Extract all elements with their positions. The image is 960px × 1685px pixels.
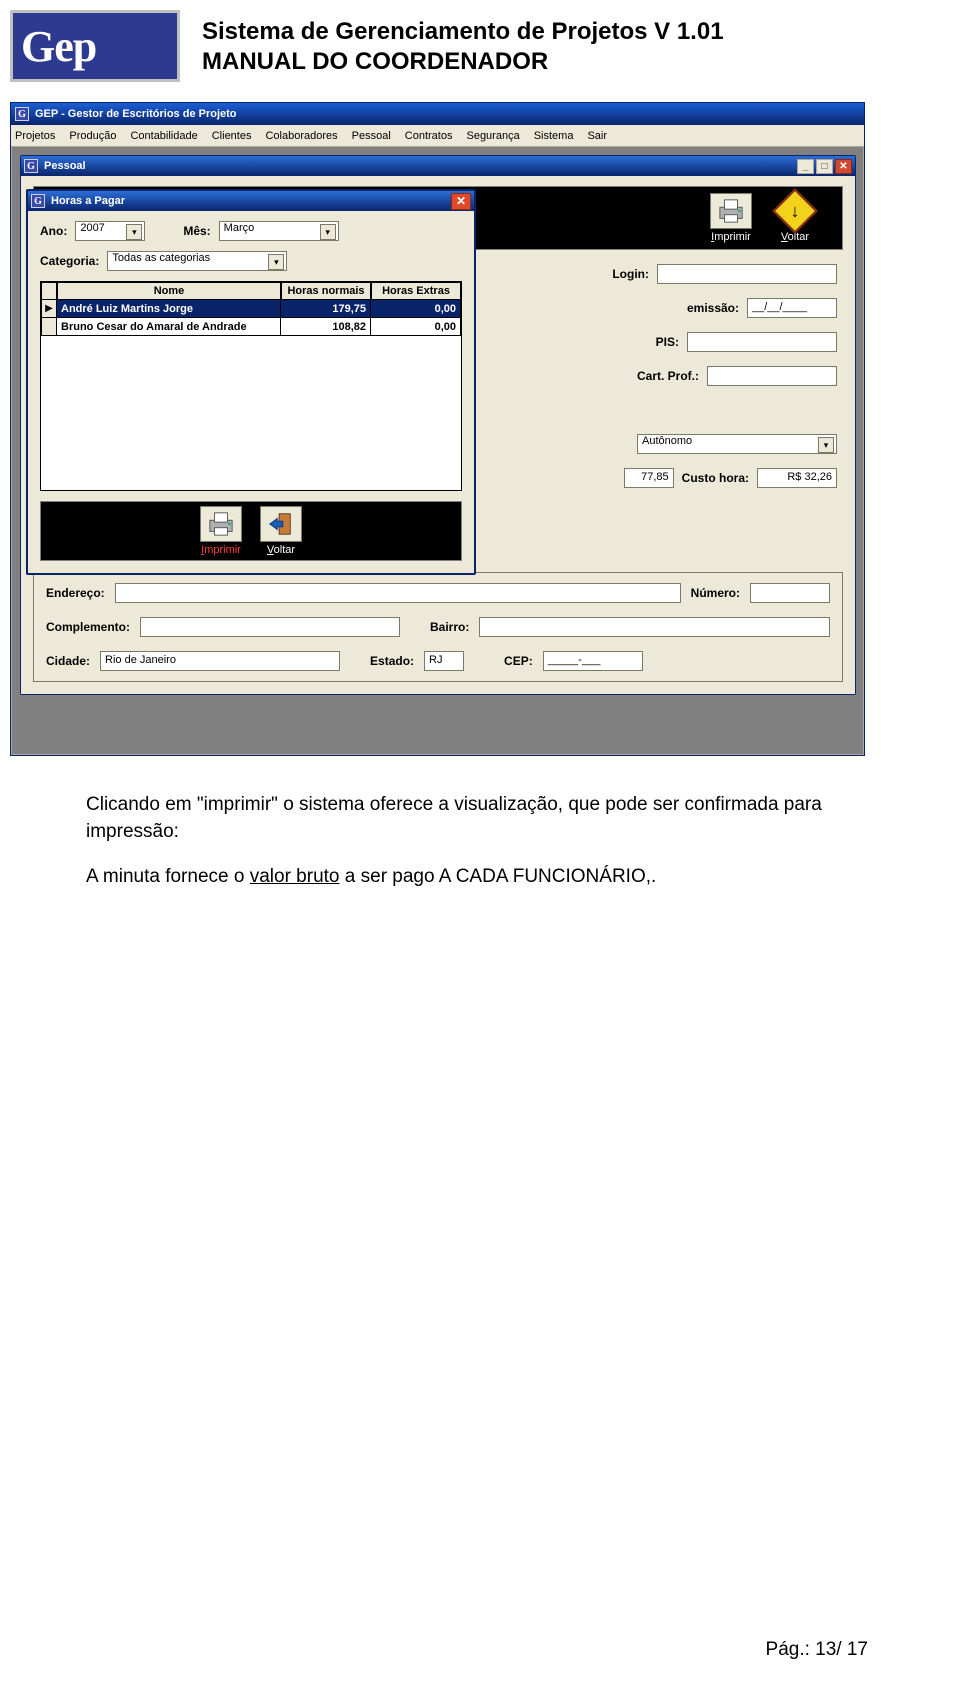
horas-imprimir-label: Imprimir (201, 544, 241, 556)
login-input[interactable] (657, 264, 837, 284)
imprimir-label: IImprimirmprimir (711, 231, 751, 243)
menu-contabilidade[interactable]: Contabilidade (130, 130, 197, 142)
menu-bar[interactable]: Projetos Produção Contabilidade Clientes… (11, 125, 864, 147)
screenshot-container: G GEP - Gestor de Escritórios de Projeto… (10, 102, 865, 756)
cidade-input[interactable]: Rio de Janeiro (100, 651, 340, 671)
col-selector (41, 282, 57, 300)
custohora-label: Custo hora: (682, 471, 749, 485)
menu-contratos[interactable]: Contratos (405, 130, 453, 142)
mes-label: Mês: (183, 224, 210, 238)
col-normais[interactable]: Horas normais (281, 282, 371, 300)
printer-icon (716, 198, 746, 224)
row-indicator-icon (41, 318, 57, 336)
app-titlebar: G GEP - Gestor de Escritórios de Projeto (11, 103, 864, 125)
mdi-area: G Pessoal _ □ ✕ (11, 147, 864, 755)
mes-select[interactable]: Março (219, 221, 339, 241)
pis-input[interactable] (687, 332, 837, 352)
bairro-label: Bairro: (430, 620, 469, 634)
valor1-field: 77,85 (624, 468, 674, 488)
horas-toolbar: Imprimir Voltar (40, 501, 462, 561)
doc-title-line1: Sistema de Gerenciamento de Projetos V 1… (202, 18, 724, 46)
horas-icon: G (31, 194, 45, 208)
horas-imprimir-button[interactable]: Imprimir (200, 506, 242, 556)
col-nome[interactable]: Nome (57, 282, 281, 300)
app-window: G GEP - Gestor de Escritórios de Projeto… (10, 102, 865, 756)
address-group: Endereço: Número: Complemento: Bairro: (33, 572, 843, 682)
close-button[interactable]: ✕ (835, 159, 852, 174)
minimize-button[interactable]: _ (797, 159, 814, 174)
doc-header: Gep Sistema de Gerenciamento de Projetos… (0, 0, 960, 90)
page-footer: Pág.: 13/ 17 (766, 1639, 868, 1661)
complemento-input[interactable] (140, 617, 400, 637)
endereco-label: Endereço: (46, 586, 105, 600)
paragraph-1: Clicando em "imprimir" o sistema oferece… (86, 792, 874, 845)
cidade-label: Cidade: (46, 654, 90, 668)
menu-colaboradores[interactable]: Colaboradores (265, 130, 337, 142)
table-row[interactable]: ▶ André Luiz Martins Jorge 179,75 0,00 (41, 300, 461, 318)
cell-normais: 108,82 (281, 318, 371, 336)
horas-titlebar[interactable]: G Horas a Pagar ✕ (28, 191, 474, 211)
door-icon (266, 511, 296, 537)
imprimir-button[interactable]: IImprimirmprimir (710, 193, 752, 243)
logo: Gep (10, 10, 180, 82)
cell-nome: André Luiz Martins Jorge (57, 300, 281, 318)
numero-input[interactable] (750, 583, 830, 603)
paragraph-2: A minuta fornece o valor bruto a ser pag… (86, 864, 874, 891)
categoria-select[interactable]: Todas as categorias (107, 251, 287, 271)
horas-dialog: G Horas a Pagar ✕ Ano: 2007 Mês: Março C… (26, 189, 476, 575)
cartprof-input[interactable] (707, 366, 837, 386)
pis-label: PIS: (656, 335, 679, 349)
emissao-input[interactable]: __/__/____ (747, 298, 837, 318)
emissao-label: emissão: (687, 301, 739, 315)
estado-input[interactable]: RJ (424, 651, 464, 671)
complemento-label: Complemento: (46, 620, 130, 634)
autonomo-select[interactable]: Autônomo (637, 434, 837, 454)
menu-seguranca[interactable]: Segurança (466, 130, 519, 142)
app-title: GEP - Gestor de Escritórios de Projeto (35, 108, 237, 120)
pessoal-icon: G (24, 159, 38, 173)
menu-pessoal[interactable]: Pessoal (352, 130, 391, 142)
menu-clientes[interactable]: Clientes (212, 130, 252, 142)
cell-nome: Bruno Cesar do Amaral de Andrade (57, 318, 281, 336)
voltar-button[interactable]: ↓ Voltar (774, 193, 816, 243)
login-label: Login: (612, 267, 649, 281)
printer-icon (206, 511, 236, 537)
ano-label: Ano: (40, 224, 67, 238)
custohora-field: R$ 32,26 (757, 468, 837, 488)
menu-producao[interactable]: Produção (69, 130, 116, 142)
horas-grid[interactable]: Nome Horas normais Horas Extras ▶ André … (40, 281, 462, 491)
horas-title: Horas a Pagar (51, 195, 125, 207)
cartprof-label: Cart. Prof.: (637, 369, 699, 383)
estado-label: Estado: (370, 654, 414, 668)
doc-title-line2: MANUAL DO COORDENADOR (202, 48, 724, 76)
pessoal-title: Pessoal (44, 160, 86, 172)
ano-select[interactable]: 2007 (75, 221, 145, 241)
numero-label: Número: (691, 586, 740, 600)
menu-projetos[interactable]: Projetos (15, 130, 55, 142)
cep-label: CEP: (504, 654, 533, 668)
categoria-label: Categoria: (40, 254, 99, 268)
body-paragraphs: Clicando em "imprimir" o sistema oferece… (86, 792, 874, 891)
app-icon: G (15, 107, 29, 121)
horas-voltar-button[interactable]: Voltar (260, 506, 302, 556)
menu-sair[interactable]: Sair (587, 130, 607, 142)
horas-close-button[interactable]: ✕ (451, 193, 471, 210)
horas-voltar-label: Voltar (267, 544, 295, 556)
cep-input[interactable]: _____-___ (543, 651, 643, 671)
col-extras[interactable]: Horas Extras (371, 282, 461, 300)
endereco-input[interactable] (115, 583, 681, 603)
cell-normais: 179,75 (281, 300, 371, 318)
cell-extras: 0,00 (371, 300, 461, 318)
maximize-button[interactable]: □ (816, 159, 833, 174)
back-diamond-icon: ↓ (772, 188, 817, 233)
menu-sistema[interactable]: Sistema (534, 130, 574, 142)
row-indicator-icon: ▶ (41, 300, 57, 318)
table-row[interactable]: Bruno Cesar do Amaral de Andrade 108,82 … (41, 318, 461, 336)
pessoal-titlebar[interactable]: G Pessoal _ □ ✕ (21, 156, 855, 176)
cell-extras: 0,00 (371, 318, 461, 336)
bairro-input[interactable] (479, 617, 830, 637)
